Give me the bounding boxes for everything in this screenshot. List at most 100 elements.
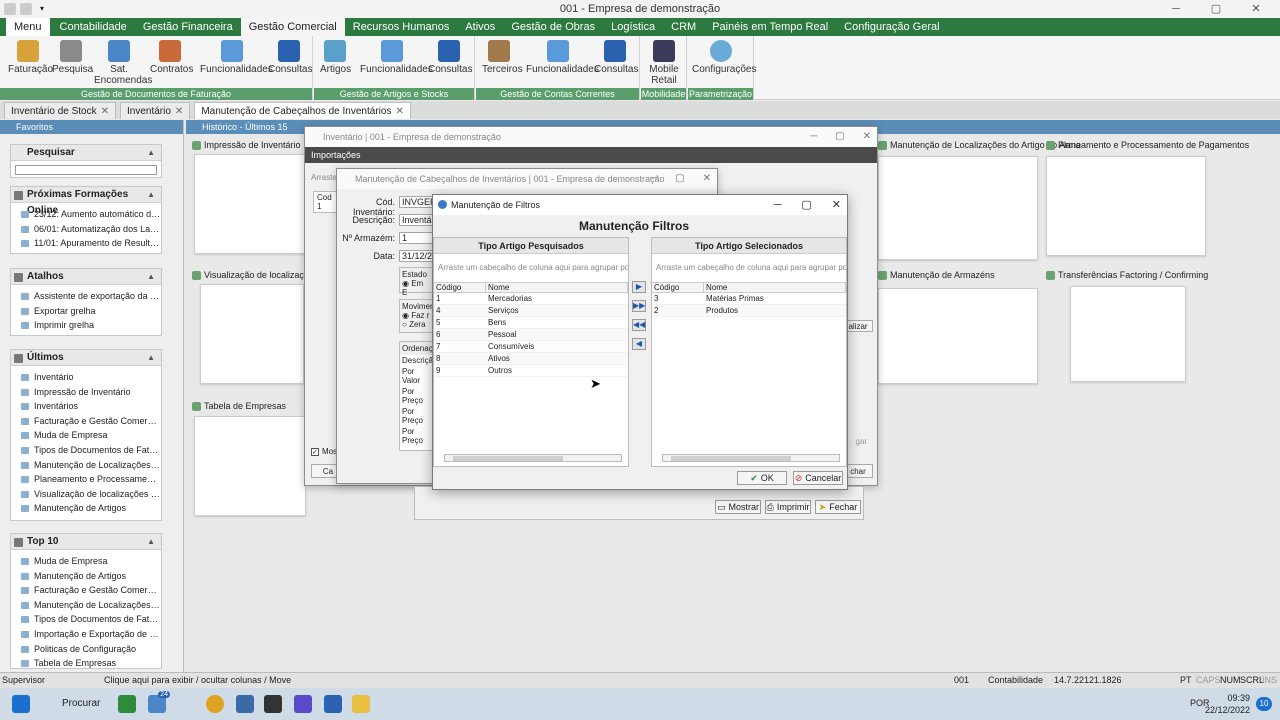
contas-consultas-button[interactable]: Consultas (594, 40, 638, 75)
list-item[interactable]: Inventário (21, 370, 161, 385)
sat-encomendas-button[interactable]: Sat. Encomendas (94, 40, 152, 86)
tab-paineis[interactable]: Painéis em Tempo Real (704, 18, 836, 36)
col-nome[interactable]: Nome (486, 283, 628, 292)
list-item[interactable]: Manutenção de Artigos (21, 569, 161, 584)
edge-app-icon[interactable]: 24 (148, 691, 170, 713)
pesquisa-button[interactable]: Pesquisa (52, 40, 93, 75)
armazem-input[interactable]: 1 (399, 232, 433, 244)
col-nome[interactable]: Nome (704, 283, 846, 292)
primavera-app-icon[interactable] (236, 695, 254, 713)
list-item[interactable]: Importação e Exportação de Imagen... (21, 627, 161, 642)
tab-recursos-humanos[interactable]: Recursos Humanos (345, 18, 458, 36)
list-item[interactable]: Facturação e Gestão Comercial (21, 414, 161, 429)
close-icon[interactable]: ✕ (175, 106, 183, 117)
store-app-icon[interactable] (324, 695, 342, 713)
move-left-button[interactable]: ◀ (632, 338, 646, 350)
list-item[interactable]: Exportar grelha (21, 304, 161, 319)
minimize-icon[interactable]: ─ (810, 127, 817, 147)
chart-app-icon[interactable] (118, 695, 136, 713)
carregar-button[interactable]: gar (855, 437, 867, 446)
chevron-up-icon[interactable]: ▲ (147, 187, 155, 203)
col-codigo[interactable]: Código (434, 283, 486, 292)
mobile-retail-button[interactable]: Mobile Retail (645, 40, 683, 86)
close-icon[interactable]: ✕ (101, 106, 109, 117)
ordenacao-list[interactable]: Ordenaç Descriçã Por Valor Por Preço Por… (399, 341, 433, 451)
status-company[interactable]: 001 (954, 673, 969, 688)
data-input[interactable]: 31/12/20 (399, 250, 433, 262)
thumb-title[interactable]: Manutenção de Armazéns (878, 270, 995, 280)
list-item[interactable]: Muda de Empresa (21, 554, 161, 569)
cod-inventario-input[interactable]: INVGERA (399, 196, 433, 208)
thumb-title[interactable]: Impressão de Inventário (192, 140, 301, 150)
consultas-button[interactable]: Consultas (268, 40, 312, 75)
minimize-icon[interactable]: ─ (1156, 0, 1196, 18)
close-icon[interactable]: ✕ (703, 169, 711, 189)
list-item[interactable]: Inventários (21, 399, 161, 414)
fechar-button[interactable]: ➤ Fechar (815, 500, 861, 514)
list-item[interactable]: Facturação e Gestão Comercial (21, 583, 161, 598)
list-item[interactable]: Imprimir grelha (21, 318, 161, 333)
thumb-title[interactable]: Planeamento e Processamento de Pagamento… (1046, 140, 1249, 150)
taskbar-clock[interactable]: 09:39 22/12/2022 (1205, 692, 1250, 716)
close-icon[interactable]: ✕ (395, 106, 403, 117)
doc-tab-inventario[interactable]: Inventário ✕ (120, 102, 191, 119)
list-item[interactable]: 11/01: Apuramento de Resultados e... (21, 236, 161, 251)
table-row[interactable]: 8 Ativos (434, 353, 628, 365)
mostrar-button[interactable]: ▭ Mostrar (715, 500, 761, 514)
search-input[interactable] (15, 165, 157, 175)
ok-button[interactable]: ✔ OK (737, 471, 787, 485)
maximize-icon[interactable]: ▢ (835, 127, 844, 147)
list-item[interactable]: Manutenção de Localizações do Arti... (21, 598, 161, 613)
horizontal-scrollbar[interactable] (444, 454, 622, 462)
list-item[interactable]: Manutenção de Artigos (21, 501, 161, 516)
chrome-icon[interactable] (206, 695, 224, 713)
list-item[interactable]: Tipos de Documentos de Faturação (21, 443, 161, 458)
tab-menu[interactable]: Menu (6, 18, 50, 36)
descricao-input[interactable]: Inventário (399, 214, 433, 226)
thumb-preview[interactable] (878, 156, 1038, 260)
thumb-preview[interactable] (200, 284, 304, 384)
maximize-icon[interactable]: ▢ (1196, 0, 1236, 18)
tab-logistica[interactable]: Logística (603, 18, 663, 36)
thumb-preview[interactable] (878, 288, 1038, 384)
close-icon[interactable]: ✕ (863, 127, 871, 147)
imprimir-button[interactable]: ⎙ Imprimir (765, 500, 811, 514)
status-hint[interactable]: Clique aqui para exibir / ocultar coluna… (104, 673, 291, 688)
tab-crm[interactable]: CRM (663, 18, 704, 36)
tab-configuracao-geral[interactable]: Configuração Geral (836, 18, 947, 36)
funcionalidades-button[interactable]: Funcionalidades (200, 40, 273, 75)
pesquisados-grid[interactable]: Tipo Artigo Pesquisados Arraste um cabeç… (433, 237, 629, 467)
list-item[interactable]: Planeamento e Processamento de P... (21, 472, 161, 487)
maximize-icon[interactable]: ▢ (675, 169, 684, 189)
status-module[interactable]: Contabilidade (988, 673, 1043, 688)
table-row[interactable]: 1 Mercadorias (434, 293, 628, 305)
artigos-funcionalidades-button[interactable]: Funcionalidades (360, 40, 433, 75)
list-item[interactable]: Manutenção de Localizações do Arti... (21, 458, 161, 473)
tab-contabilidade[interactable]: Contabilidade (52, 18, 135, 36)
list-item[interactable]: Assistente de exportação da grelha (21, 289, 161, 304)
close-icon[interactable]: ✕ (1236, 0, 1276, 18)
chevron-up-icon[interactable]: ▲ (147, 350, 155, 366)
chevron-up-icon[interactable]: ▲ (147, 269, 155, 285)
tab-ativos[interactable]: Ativos (457, 18, 503, 36)
contratos-button[interactable]: Contratos (150, 40, 193, 75)
list-item[interactable]: 23/12: Aumento automático de venc... (21, 207, 161, 222)
notification-badge[interactable]: 10 (1256, 697, 1272, 711)
thumb-preview[interactable] (194, 154, 306, 254)
faz-radio[interactable]: ◉ Faz r (402, 311, 430, 320)
scrollbar-thumb[interactable] (671, 456, 791, 461)
minimize-icon[interactable]: ─ (774, 195, 782, 215)
col-codigo[interactable]: Código (652, 283, 704, 292)
thumb-title[interactable]: Tabela de Empresas (192, 401, 286, 411)
tab-gestao-financeira[interactable]: Gestão Financeira (135, 18, 241, 36)
folder-icon[interactable] (352, 695, 370, 713)
thumb-title[interactable]: Transferências Factoring / Confirming (1046, 270, 1208, 280)
terminal-app-icon[interactable] (264, 695, 282, 713)
windows-start-icon[interactable] (12, 695, 30, 713)
artigos-button[interactable]: Artigos (320, 40, 351, 75)
list-item[interactable]: Muda de Empresa (21, 428, 161, 443)
tab-gestao-obras[interactable]: Gestão de Obras (503, 18, 603, 36)
move-all-left-button[interactable]: ◀◀ (632, 319, 646, 331)
close-icon[interactable]: ✕ (832, 195, 841, 215)
thumb-preview[interactable] (1046, 156, 1206, 256)
